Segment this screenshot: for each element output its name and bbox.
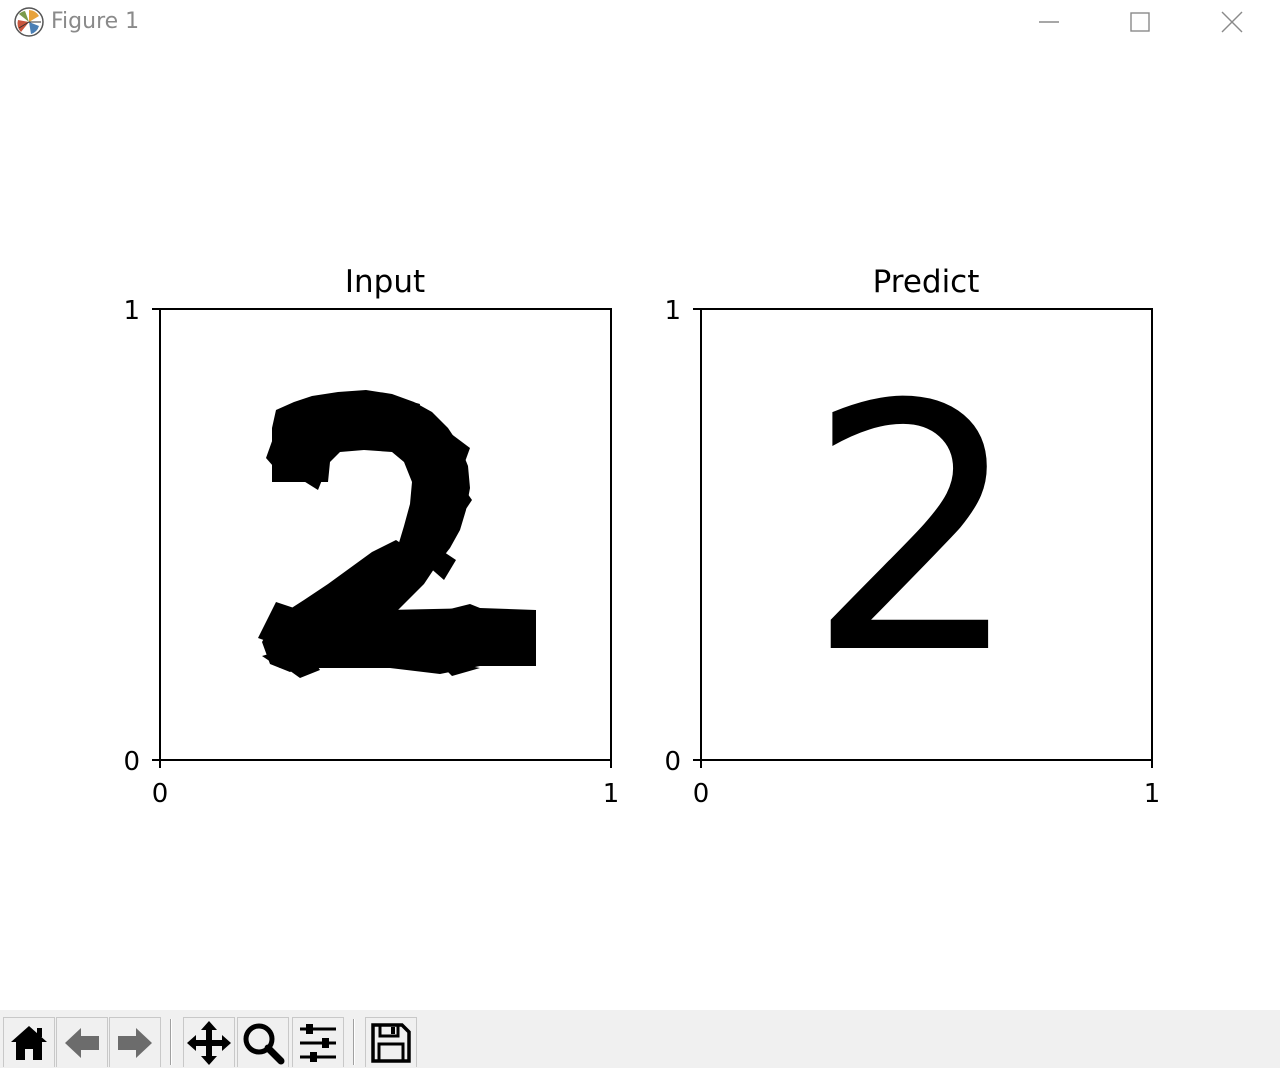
figure-canvas[interactable]: Input 0 1 0 1 Predict 2 0 1 0 1: [0, 44, 1280, 1010]
close-icon: [1221, 11, 1243, 33]
input-digit-drawing: [258, 390, 536, 678]
minimize-button[interactable]: [1003, 0, 1095, 44]
predicted-digit: 2: [806, 333, 1022, 729]
input-axes-frame: [159, 308, 612, 761]
left-arrow-icon: [65, 1027, 99, 1058]
pan-button[interactable]: [183, 1017, 235, 1067]
predict-axes-title: Predict: [873, 264, 980, 300]
toolbar-separator: [170, 1019, 172, 1065]
right-arrow-icon: [118, 1027, 152, 1058]
predict-axes: Predict 2 0 1 0 1: [664, 264, 1160, 809]
input-xtick-1: 1: [603, 779, 620, 809]
figure-window: Figure 1 Input 0 1 0 1 Predict 2 0 1 0 1: [0, 0, 1280, 1068]
back-button[interactable]: [56, 1017, 108, 1067]
maximize-button[interactable]: [1094, 0, 1186, 44]
input-axes: Input 0 1 0 1: [123, 264, 619, 809]
minimize-icon: [1039, 21, 1059, 23]
navigation-toolbar: [0, 1010, 1280, 1068]
sliders-icon: [300, 1023, 336, 1062]
predict-xtick-0: 0: [693, 779, 710, 809]
maximize-icon: [1130, 12, 1150, 32]
magnifier-icon: [243, 1023, 285, 1064]
floppy-disk-icon: [371, 1022, 411, 1063]
close-button[interactable]: [1186, 0, 1278, 44]
predict-ytick-0: 0: [664, 747, 681, 777]
forward-button[interactable]: [109, 1017, 161, 1067]
move-icon: [187, 1020, 231, 1065]
predict-xtick-1: 1: [1144, 779, 1161, 809]
input-ytick-0: 0: [123, 747, 140, 777]
title-bar[interactable]: Figure 1: [0, 0, 1280, 44]
home-button[interactable]: [3, 1017, 55, 1067]
window-title: Figure 1: [51, 9, 140, 34]
input-xtick-0: 0: [152, 779, 169, 809]
configure-subplots-button[interactable]: [292, 1017, 344, 1067]
home-icon: [11, 1025, 47, 1060]
predict-ytick-1: 1: [664, 296, 681, 326]
matplotlib-icon: [13, 6, 45, 38]
input-ytick-1: 1: [123, 296, 140, 326]
zoom-button[interactable]: [237, 1017, 289, 1067]
save-button[interactable]: [365, 1017, 417, 1067]
toolbar-separator: [353, 1019, 355, 1065]
input-axes-title: Input: [345, 264, 425, 300]
